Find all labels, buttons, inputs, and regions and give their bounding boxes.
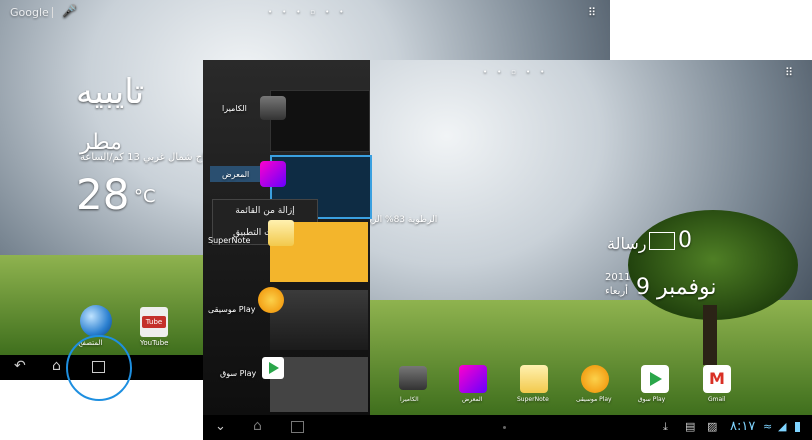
date-display: نوفمبر 9 [636,275,717,300]
dock-label-supernote: SuperNote [517,396,549,403]
camera-icon[interactable] [260,96,286,120]
dock-label-gmail: Gmail [708,396,726,403]
play-store-icon[interactable] [262,357,284,379]
weather-city: تايبيه [76,72,145,112]
recent-label-music: موسيقى Play [208,305,256,314]
dock-label-play-store: سوق Play [638,396,666,403]
all-apps-icon[interactable]: ⠿ [785,66,793,79]
tree-trunk [703,305,717,365]
tree-canopy [628,210,798,320]
temperature-unit: °C [134,186,156,207]
weather-wind: رياح شمال غربي 13 كم/الساعة [80,152,213,163]
nav-dot [503,426,506,429]
recent-thumb-play-store[interactable] [270,357,368,412]
date-weekday: أربعاء [605,286,628,297]
gallery-icon[interactable] [459,365,487,393]
weather-temperature: 28 [76,170,130,219]
signal-icon: ◢ [778,420,787,433]
gallery-icon[interactable] [260,161,286,187]
notification-icon: ▤ [685,420,696,433]
message-count: 0 [678,228,692,253]
battery-icon [795,422,800,432]
back-icon[interactable]: ↶ [14,358,26,374]
recent-label-gallery: المعرض [222,170,250,179]
page-indicator: ••▫•• [483,68,555,76]
headphones-icon[interactable] [258,287,284,313]
dock-label-music: موسيقى Play [576,396,612,403]
camera-icon[interactable] [399,366,427,390]
app-label-youtube: YouTube [140,339,169,347]
screenshot-icon: ▨ [707,420,718,433]
gmail-icon[interactable]: M [703,365,731,393]
page-indicator: •••▫•• [268,8,354,16]
mic-icon[interactable]: 🎤 [62,4,77,18]
recent-label-play-store: سوق Play [220,369,257,378]
play-store-icon[interactable] [641,365,669,393]
download-icon: ⤓ [663,420,668,433]
highlight-circle [66,335,132,401]
home-icon[interactable]: ⌂ [52,358,61,374]
nav-bar-front: ⌄ ⌂ ⤓ ▤ ▨ ٨:١٧ ≈ ◢ [203,415,812,440]
youtube-icon[interactable]: Tube [140,307,168,337]
home-icon[interactable]: ⌂ [253,418,262,434]
recent-label-supernote: SuperNote [208,236,251,245]
headphones-icon[interactable] [581,365,609,393]
messages-label: رسالة [607,234,647,253]
date-year: 2011 [605,272,631,283]
all-apps-icon[interactable]: ⠿ [588,6,596,19]
recent-thumb-music[interactable] [270,290,368,350]
browser-globe-icon[interactable] [80,305,112,337]
wifi-icon: ≈ [763,420,773,433]
supernote-icon[interactable] [520,365,548,393]
recent-apps-icon[interactable] [291,421,304,433]
dock-label-camera: الكاميرا [400,396,419,403]
menu-item-remove[interactable]: إزالة من القائمة [213,200,317,222]
recent-label-camera: الكاميرا [222,104,247,113]
dock-label-gallery: المعرض [462,396,483,403]
clock: ٨:١٧ [730,419,756,434]
google-search-label[interactable]: Google [10,6,49,19]
mail-icon[interactable] [649,232,675,250]
supernote-icon[interactable] [268,220,294,246]
collapse-icon[interactable]: ⌄ [215,419,226,434]
divider [52,7,53,18]
